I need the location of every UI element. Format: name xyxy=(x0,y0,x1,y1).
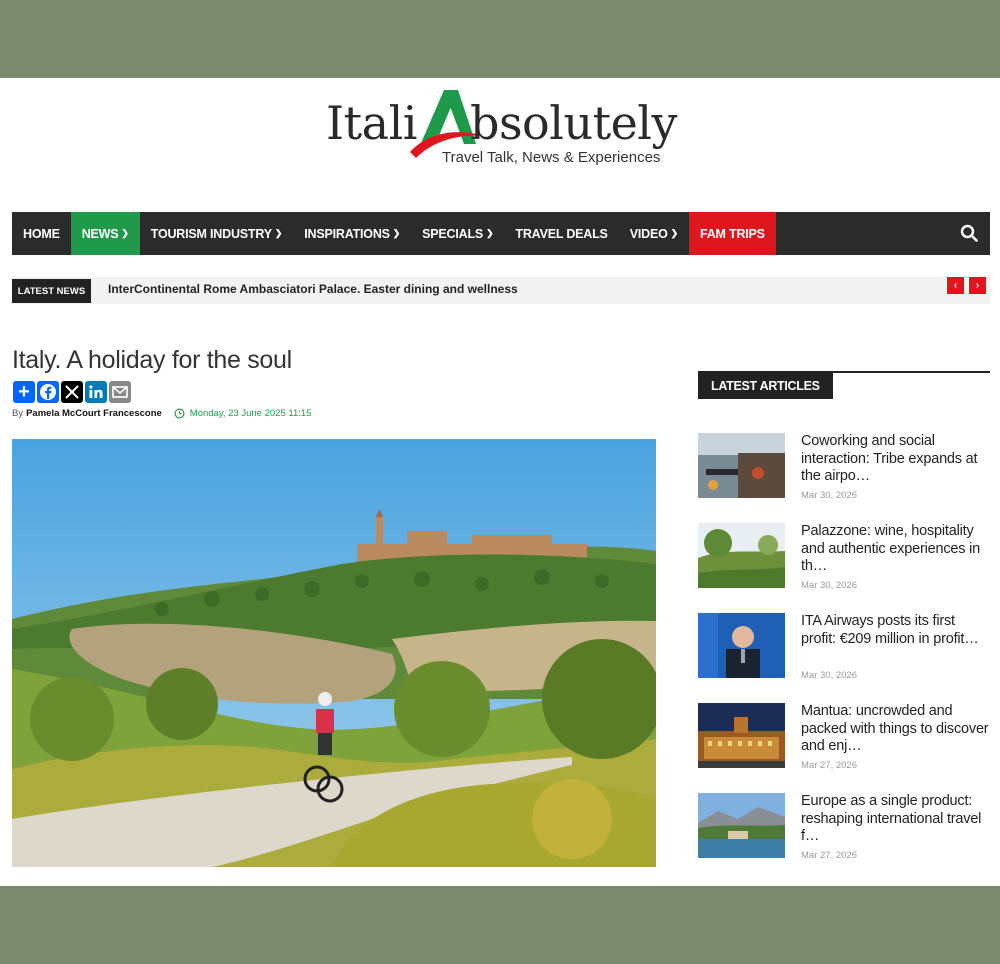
article-link: Europe as a single product: reshaping in… xyxy=(801,793,982,844)
nav-label: TRAVEL DEALS xyxy=(515,226,608,241)
chevron-down-icon: ❯ xyxy=(670,228,679,238)
list-item[interactable]: Mantua: uncrowded and packed with things… xyxy=(698,703,990,793)
nav-item-specials[interactable]: SPECIALS ❯ xyxy=(411,212,504,255)
article-thumbnail xyxy=(698,523,785,588)
article-date: Mar 27, 2026 xyxy=(801,850,857,861)
article-date: Mar 30, 2026 xyxy=(801,580,857,591)
chevron-down-icon: ❯ xyxy=(121,228,129,238)
chevron-down-icon: ❯ xyxy=(274,228,283,238)
nav-label: NEWS xyxy=(81,226,119,241)
article-thumbnail xyxy=(698,433,785,498)
nav-label: INSPIRATIONS xyxy=(304,226,390,241)
chevron-down-icon: ❯ xyxy=(392,228,401,238)
article-date: Monday, 23 June 2025 11:15 xyxy=(189,408,312,419)
ticker-next-button[interactable]: › xyxy=(969,277,986,294)
nav-item-video[interactable]: VIDEO ❯ xyxy=(619,212,689,255)
site-tagline: Travel Talk, News & Experiences xyxy=(442,149,661,166)
search-icon[interactable] xyxy=(960,224,978,242)
nav-item-fam-trips[interactable]: FAM TRIPS xyxy=(688,212,776,255)
list-item[interactable]: Palazzone: wine, hospitality and authent… xyxy=(698,523,990,613)
nav-item-inspirations[interactable]: INSPIRATIONS ❯ xyxy=(293,212,411,255)
ticker-headline[interactable]: InterContinental Rome Ambasciatori Palac… xyxy=(108,282,518,296)
nav-label: SPECIALS xyxy=(422,226,484,241)
article-byline: By Pamela McCourt Francescone Monday, 23… xyxy=(12,408,311,419)
list-item[interactable]: Coworking and social interaction: Tribe … xyxy=(698,433,990,523)
article-hero-image xyxy=(12,439,656,867)
share-buttons: + xyxy=(13,381,131,403)
article-date: Mar 30, 2026 xyxy=(801,490,857,501)
nav-item-tourism-industry[interactable]: TOURISM INDUSTRY ❯ xyxy=(140,212,293,255)
article-link: Coworking and social interaction: Tribe … xyxy=(801,433,978,484)
author-link[interactable]: Pamela McCourt Francescone xyxy=(26,408,162,419)
latest-articles-list: Coworking and social interaction: Tribe … xyxy=(698,433,990,883)
nav-label: HOME xyxy=(23,226,60,241)
site-logo[interactable]: Itali bsolutely Travel Talk, News & Expe… xyxy=(326,88,686,180)
nav-label: TOURISM INDUSTRY xyxy=(150,226,272,241)
sidebar-heading: LATEST ARTICLES xyxy=(698,373,833,399)
ticker-label: LATEST NEWS xyxy=(12,279,91,303)
nav-item-news[interactable]: NEWS ❯ xyxy=(70,212,140,255)
article-link: Mantua: uncrowded and packed with things… xyxy=(801,703,989,754)
article-link: Palazzone: wine, hospitality and authent… xyxy=(801,523,980,574)
nav-item-home[interactable]: HOME xyxy=(12,212,71,255)
nav-item-travel-deals[interactable]: TRAVEL DEALS xyxy=(504,212,618,255)
article-date: Mar 30, 2026 xyxy=(801,670,857,681)
sidebar-heading-bar: LATEST ARTICLES xyxy=(698,371,990,399)
news-ticker: LATEST NEWS InterContinental Rome Ambasc… xyxy=(12,277,990,304)
email-icon[interactable] xyxy=(109,381,131,403)
facebook-icon[interactable] xyxy=(37,381,59,403)
list-item[interactable]: ITA Airways posts its first profit: €209… xyxy=(698,613,990,703)
byline-prefix: By xyxy=(12,408,24,419)
x-icon[interactable] xyxy=(61,381,83,403)
logo-text-part2: bsolutely xyxy=(470,96,678,150)
nav-label: FAM TRIPS xyxy=(699,226,765,241)
list-item[interactable]: Europe as a single product: reshaping in… xyxy=(698,793,990,883)
logo-text-part1: Itali xyxy=(326,96,418,150)
article-link: ITA Airways posts its first profit: €209… xyxy=(801,613,979,647)
article-thumbnail xyxy=(698,793,785,858)
ticker-prev-button[interactable]: ‹ xyxy=(947,277,964,294)
add-icon[interactable]: + xyxy=(13,381,35,403)
nav-label: VIDEO xyxy=(629,226,668,241)
article-thumbnail xyxy=(698,613,785,678)
article-date: Mar 27, 2026 xyxy=(801,760,857,771)
clock-icon xyxy=(174,408,185,419)
linkedin-icon[interactable] xyxy=(85,381,107,403)
main-nav: HOME NEWS ❯ TOURISM INDUSTRY ❯ INSPIRATION… xyxy=(12,212,990,255)
chevron-down-icon: ❯ xyxy=(486,228,494,238)
article-title: Italy. A holiday for the soul xyxy=(12,346,292,374)
page: Itali bsolutely Travel Talk, News & Expe… xyxy=(0,78,1000,886)
article-thumbnail xyxy=(698,703,785,768)
